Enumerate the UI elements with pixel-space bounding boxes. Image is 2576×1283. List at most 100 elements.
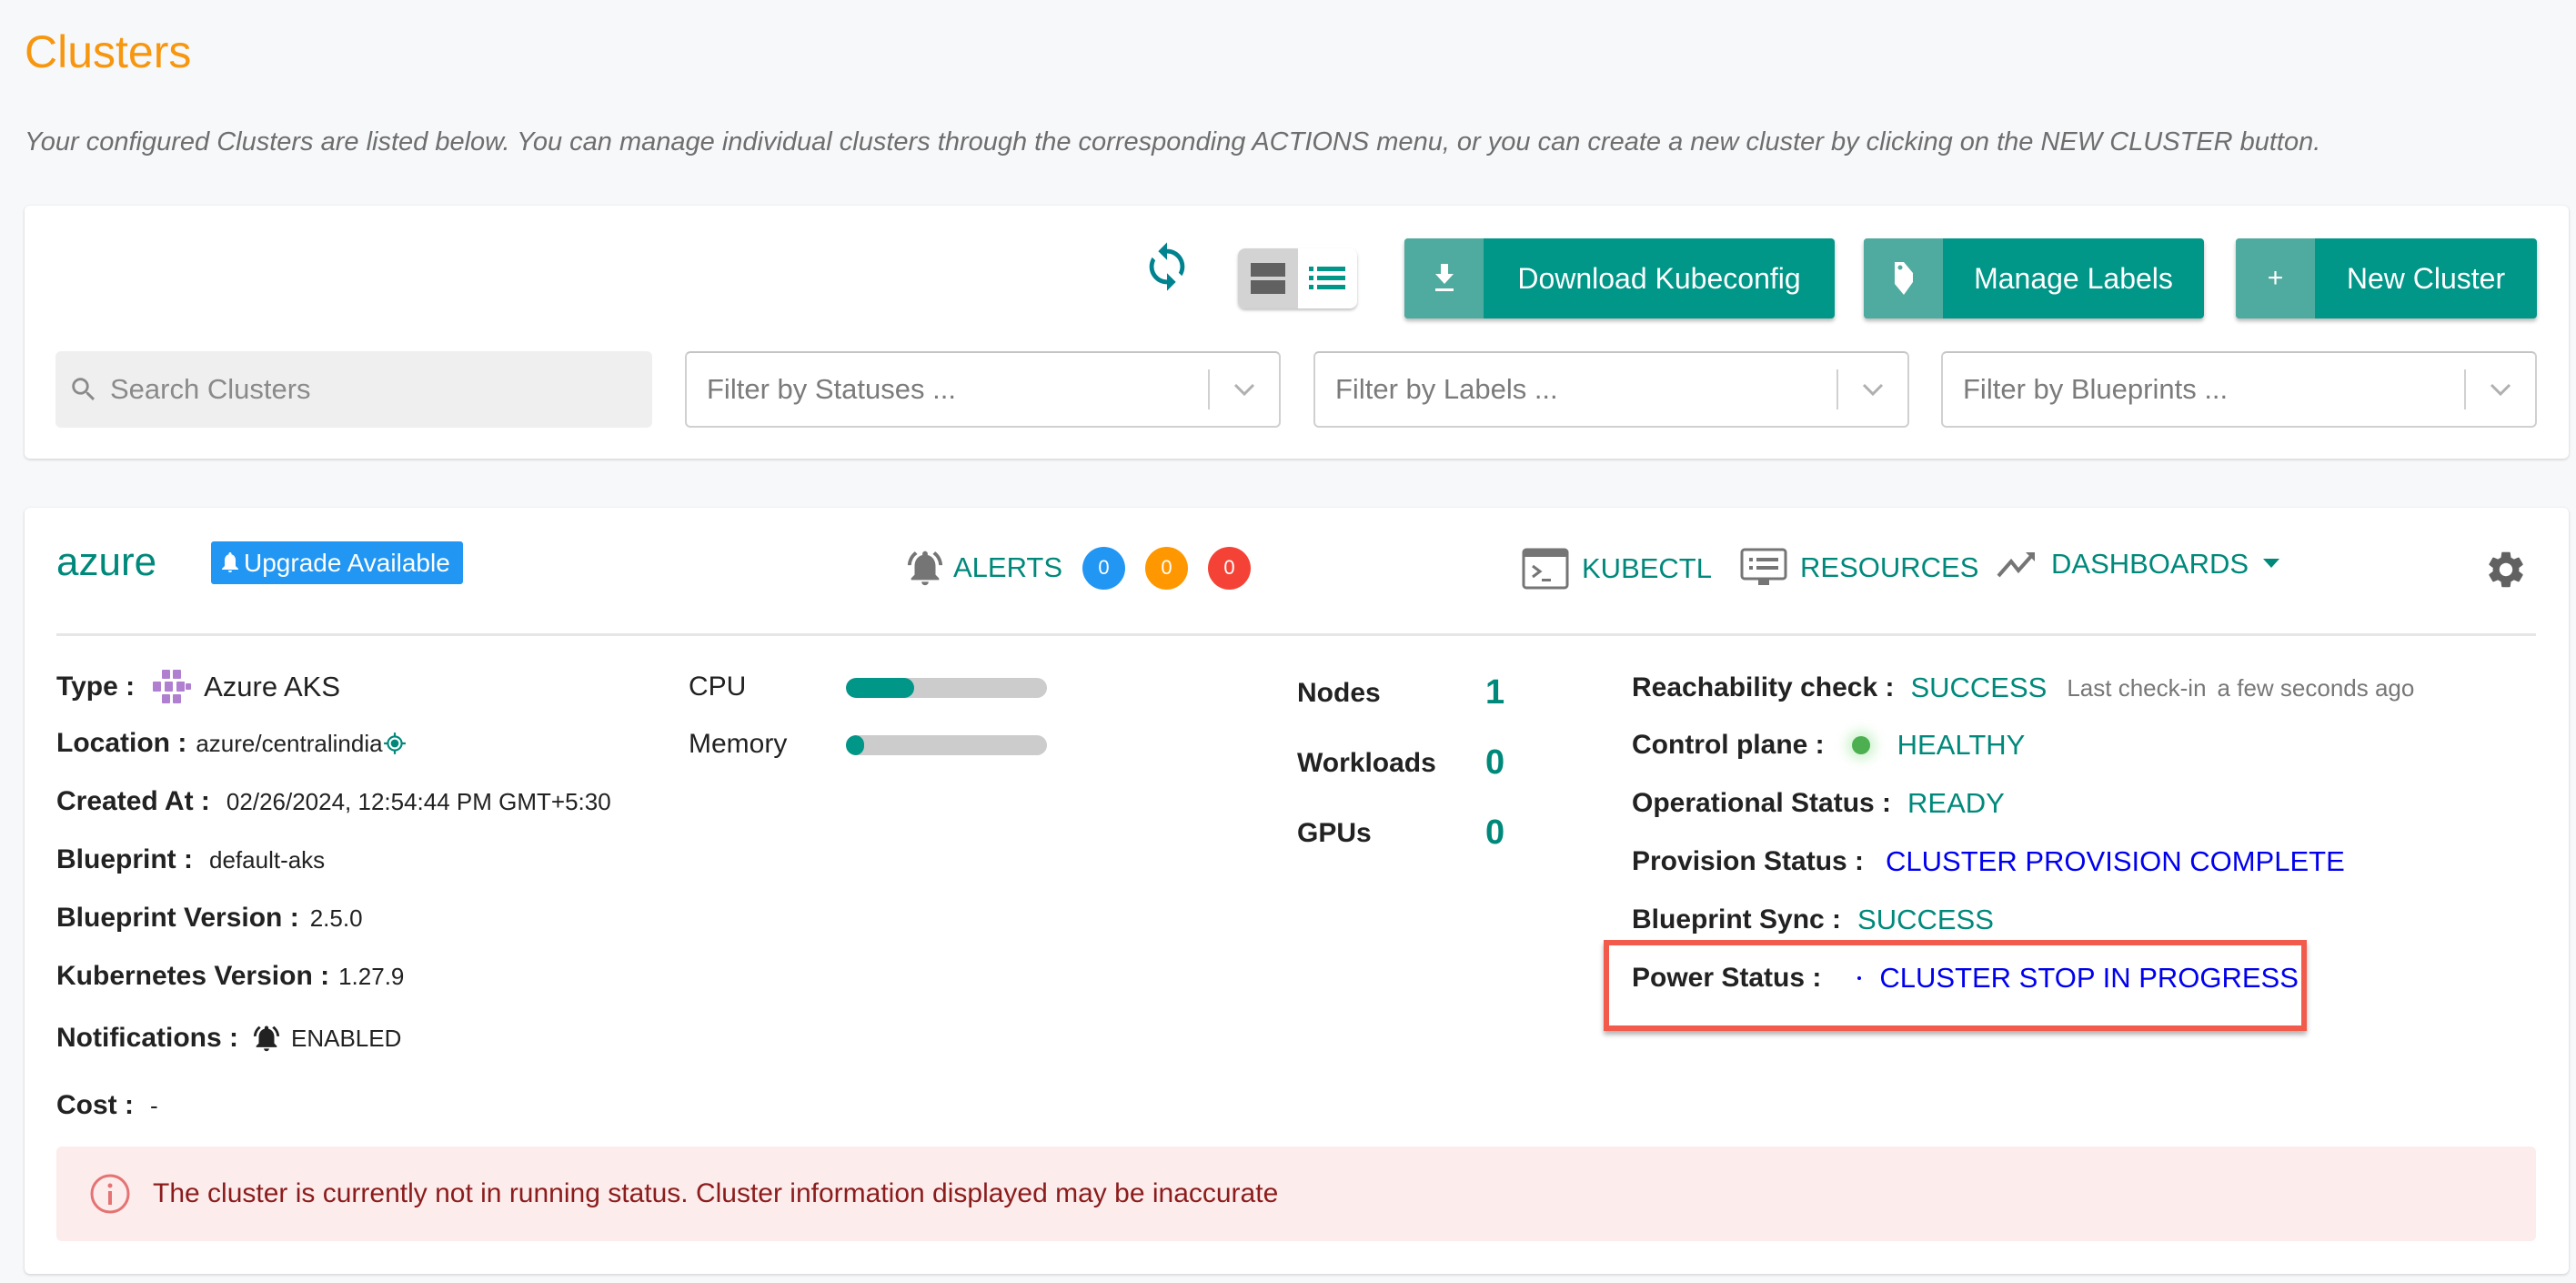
refresh-icon[interactable] [1141, 240, 1193, 293]
blueprint-version-value: 2.5.0 [309, 904, 363, 932]
detail-type: Type : Azure AKS [56, 670, 340, 704]
last-checkin-value: a few seconds ago [2217, 673, 2415, 702]
operational-status-value: READY [1907, 787, 2005, 819]
tag-icon [1864, 238, 1943, 318]
warning-banner: The cluster is currently not in running … [56, 1147, 2536, 1241]
gpus-value[interactable]: 0 [1485, 813, 1504, 853]
status-reachability: Reachability check : SUCCESS Last check-… [1632, 672, 2414, 704]
alerts-link[interactable]: ALERTS 0 0 0 [904, 546, 1271, 590]
chevron-down-icon[interactable] [1838, 383, 1907, 396]
nodes-value[interactable]: 1 [1485, 673, 1504, 712]
dashboards-label: DASHBOARDS [2051, 548, 2249, 580]
kubectl-link[interactable]: KUBECTL [1522, 548, 1712, 590]
gpus-label: GPUs [1297, 818, 1372, 848]
status-provision: Provision Status : CLUSTER PROVISION COM… [1632, 845, 2345, 878]
control-plane-value: HEALTHY [1897, 729, 2026, 761]
provision-status-value[interactable]: CLUSTER PROVISION COMPLETE [1886, 845, 2345, 878]
kubernetes-version-label: Kubernetes Version : [56, 961, 330, 991]
last-checkin-label: Last check-in [2067, 673, 2207, 702]
blueprint-value: default-aks [209, 845, 326, 874]
card-view-button[interactable] [1238, 248, 1298, 308]
notifications-value: ENABLED [291, 1024, 402, 1052]
filter-labels-placeholder: Filter by Labels ... [1335, 373, 1558, 405]
download-kubeconfig-button[interactable]: Download Kubeconfig [1404, 238, 1835, 318]
card-view-icon [1250, 263, 1285, 294]
search-box [55, 351, 652, 428]
kubernetes-version-value: 1.27.9 [338, 962, 405, 990]
alerts-critical-count: 0 [1208, 546, 1252, 590]
nodes-label: Nodes [1297, 678, 1381, 708]
power-status-value[interactable]: CLUSTER STOP IN PROGRESS [1879, 962, 2299, 995]
provision-status-label: Provision Status : [1632, 846, 1865, 876]
created-at-value: 02/26/2024, 12:54:44 PM GMT+5:30 [226, 787, 611, 815]
status-control-plane: Control plane : HEALTHY [1632, 729, 2025, 762]
blueprint-sync-label: Blueprint Sync : [1632, 904, 1842, 934]
manage-labels-label: Manage Labels [1974, 261, 2173, 295]
detail-created-at: Created At : 02/26/2024, 12:54:44 PM GMT… [56, 786, 611, 817]
status-blueprint-sync: Blueprint Sync : SUCCESS [1632, 904, 1994, 936]
location-value: azure/centralindia [196, 729, 383, 757]
cluster-name[interactable]: azure [56, 540, 156, 585]
info-circle-icon [90, 1174, 130, 1214]
bell-icon [222, 551, 238, 572]
notification-bell-icon [253, 1025, 280, 1052]
caret-down-icon [2263, 559, 2280, 568]
detail-location: Location : azure/centralindia [56, 728, 407, 759]
card-divider [56, 633, 2536, 636]
cost-label: Cost : [56, 1090, 134, 1120]
chevron-down-icon[interactable] [2466, 383, 2535, 396]
reachability-label: Reachability check : [1632, 672, 1895, 702]
list-view-button[interactable] [1298, 248, 1358, 308]
kubectl-label: KUBECTL [1582, 552, 1712, 584]
blueprint-label: Blueprint : [56, 844, 193, 874]
dashboards-menu[interactable]: DASHBOARDS [1997, 548, 2280, 581]
gear-icon[interactable] [2484, 548, 2528, 591]
cpu-label: CPU [689, 672, 747, 702]
chevron-down-icon[interactable] [1210, 383, 1279, 396]
resources-icon [1740, 548, 1787, 585]
page-subtitle: Your configured Clusters are listed belo… [25, 127, 2321, 157]
plus-icon: + [2236, 238, 2315, 318]
memory-label: Memory [689, 729, 788, 759]
status-power: Power Status : CLUSTER STOP IN PROGRESS [1632, 962, 2299, 995]
trending-up-icon [1997, 552, 2035, 578]
workloads-value[interactable]: 0 [1485, 743, 1504, 783]
list-view-icon [1309, 267, 1346, 289]
type-label: Type : [56, 672, 136, 702]
resources-label: RESOURCES [1800, 551, 1979, 583]
detail-kubernetes-version: Kubernetes Version : 1.27.9 [56, 961, 404, 992]
cpu-usage-fill [846, 678, 915, 698]
alerts-info-count: 0 [1082, 546, 1126, 590]
healthy-status-dot [1851, 736, 1870, 754]
control-plane-label: Control plane : [1632, 730, 1825, 760]
search-icon [72, 378, 96, 401]
alarm-bell-icon [907, 551, 943, 586]
new-cluster-label: New Cluster [2346, 261, 2506, 295]
page-title: Clusters [25, 26, 192, 77]
progress-dot-icon [1857, 976, 1862, 980]
download-kubeconfig-label: Download Kubeconfig [1517, 261, 1801, 295]
status-operational: Operational Status : READY [1632, 787, 2005, 820]
manage-labels-button[interactable]: Manage Labels [1864, 238, 2204, 318]
resources-link[interactable]: RESOURCES [1740, 548, 1978, 588]
reachability-value: SUCCESS [1910, 672, 2048, 703]
location-target-icon[interactable] [383, 732, 407, 755]
filter-blueprints-placeholder: Filter by Blueprints ... [1963, 373, 2229, 405]
detail-cost: Cost : - [56, 1090, 158, 1121]
memory-usage-bar [846, 735, 1047, 755]
alerts-warning-count: 0 [1145, 546, 1189, 590]
detail-notifications: Notifications : ENABLED [56, 1023, 401, 1054]
power-status-label: Power Status : [1632, 963, 1822, 993]
upgrade-available-badge[interactable]: Upgrade Available [211, 541, 463, 584]
filter-labels-select[interactable]: Filter by Labels ... [1313, 351, 1909, 428]
type-value: Azure AKS [204, 671, 341, 702]
warning-banner-text: The cluster is currently not in running … [153, 1178, 1279, 1208]
search-input[interactable] [110, 373, 619, 406]
workloads-label: Workloads [1297, 748, 1436, 778]
view-toggle [1238, 248, 1357, 308]
filter-statuses-select[interactable]: Filter by Statuses ... [685, 351, 1281, 428]
filter-blueprints-select[interactable]: Filter by Blueprints ... [1941, 351, 2537, 428]
created-at-label: Created At : [56, 786, 210, 816]
azure-aks-icon [153, 670, 192, 703]
new-cluster-button[interactable]: + New Cluster [2236, 238, 2537, 318]
